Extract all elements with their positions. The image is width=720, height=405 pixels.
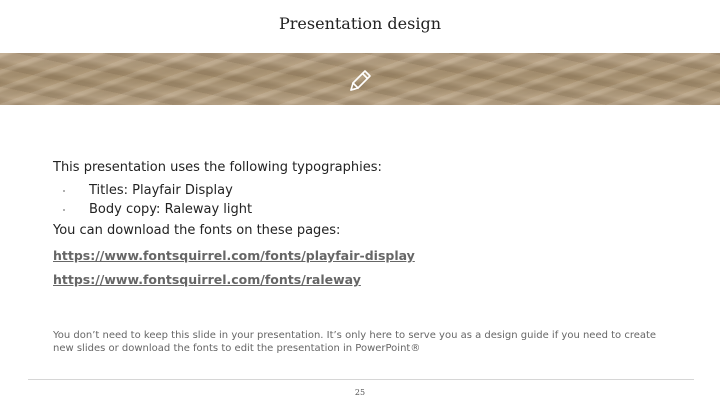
list-item: Titles: Playfair Display [53,183,673,198]
raleway-font-link[interactable]: https://www.fontsquirrel.com/fonts/ralew… [53,272,673,287]
slide-title: Presentation design [279,14,441,33]
download-text: You can download the fonts on these page… [53,223,341,238]
page-number: 25 [354,388,366,397]
list-item: Body copy: Raleway light [53,202,673,217]
bullet-dot-icon [63,209,65,211]
playfair-font-link[interactable]: https://www.fontsquirrel.com/fonts/playf… [53,248,673,263]
list-item-text: Titles: Playfair Display [89,183,233,198]
intro-text: This presentation uses the following typ… [53,160,382,175]
slide-body: This presentation uses the following typ… [53,160,673,296]
footer-divider [28,379,694,380]
footnote: You don’t need to keep this slide in you… [53,330,657,354]
slide: Presentation design This presentation us… [0,0,720,405]
bullet-dot-icon [63,190,65,192]
typography-list: Titles: Playfair Display Body copy: Rale… [53,183,673,217]
list-item-text: Body copy: Raleway light [89,202,253,217]
pencil-icon [350,70,371,91]
